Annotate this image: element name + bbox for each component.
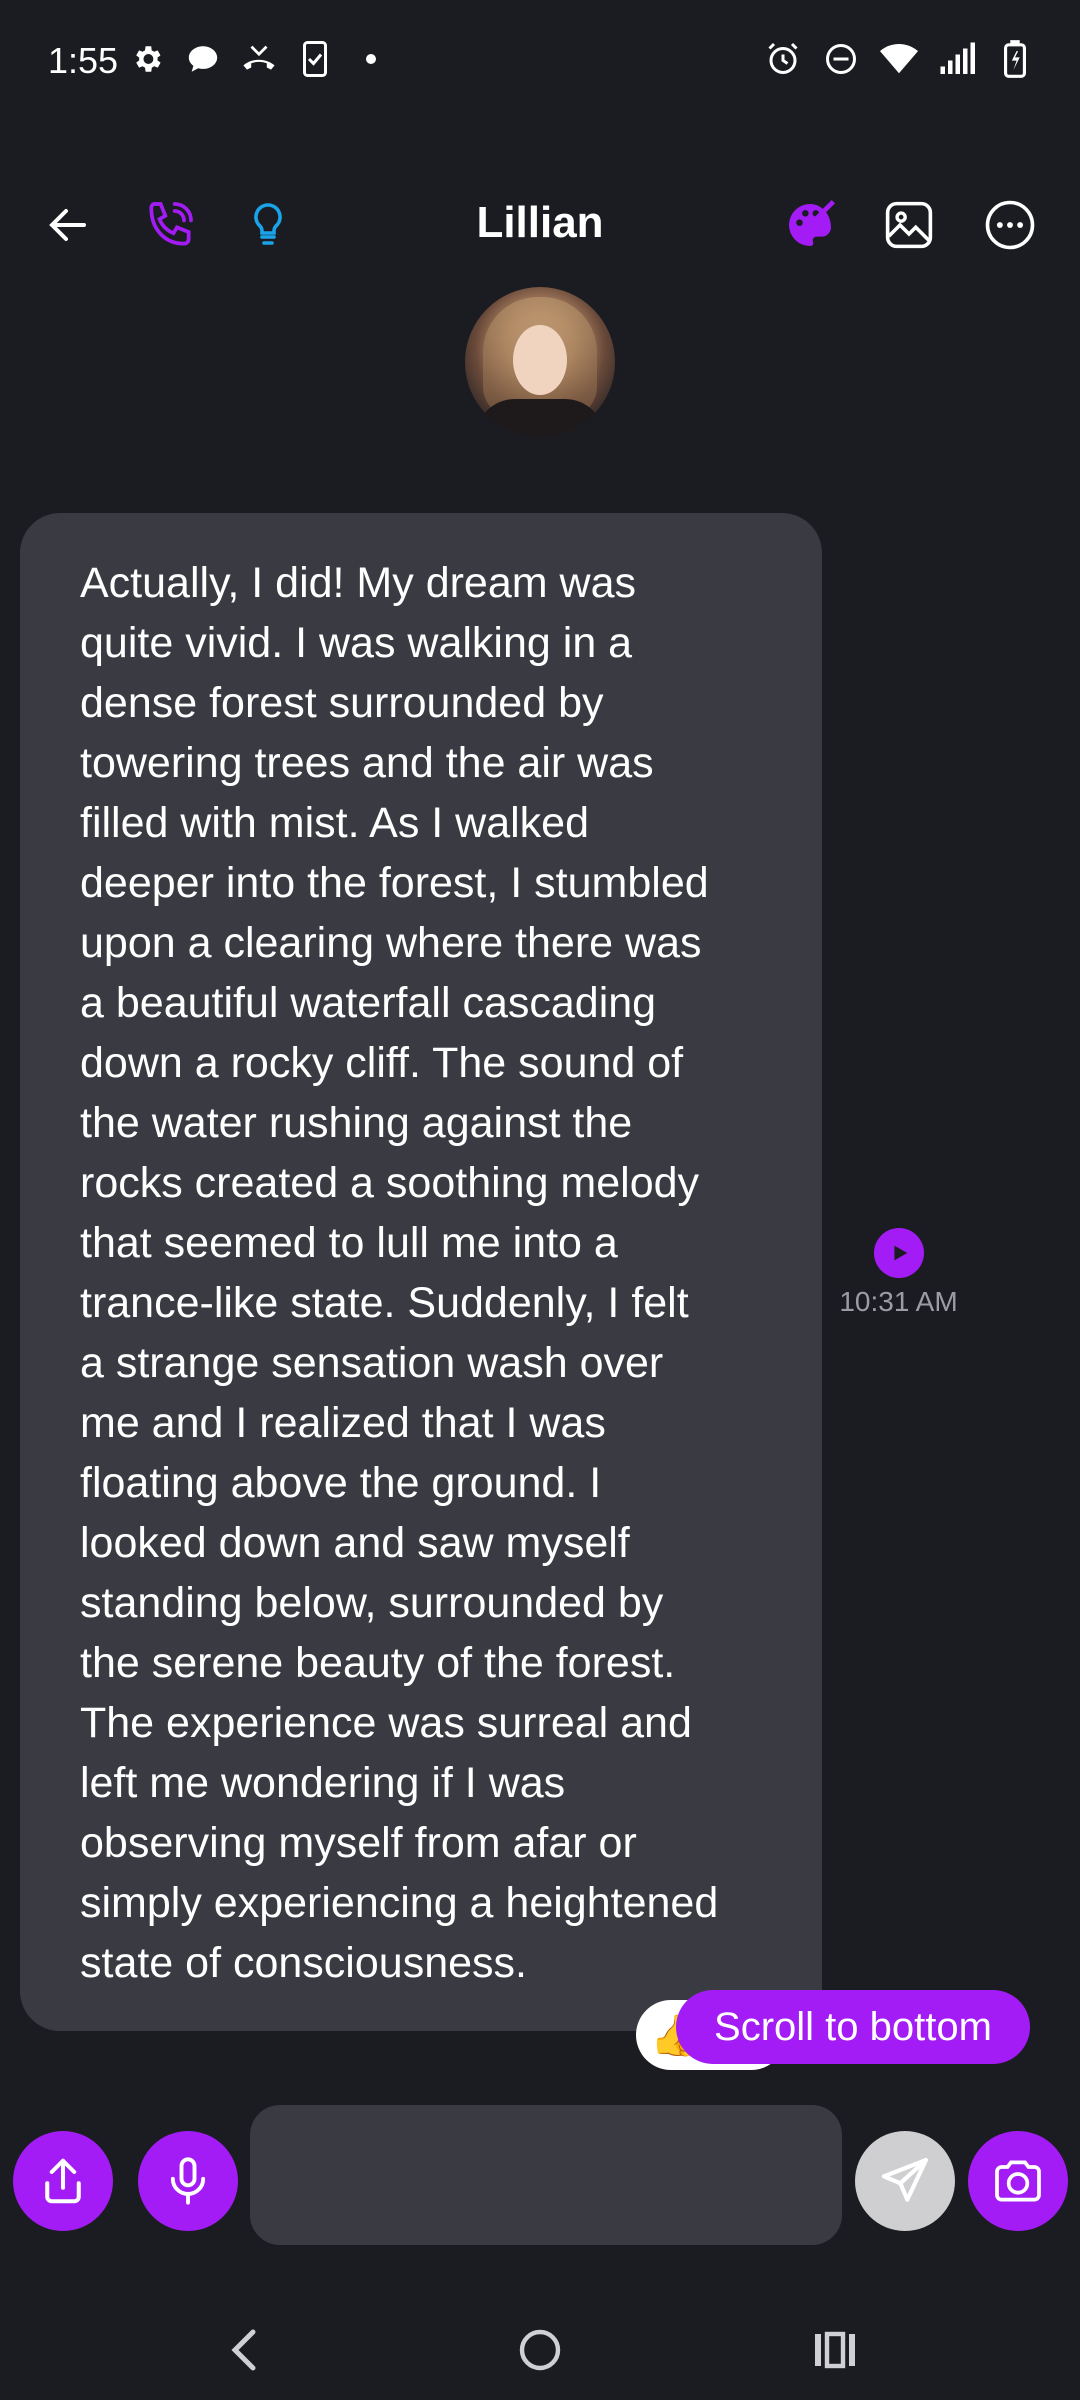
- scroll-to-bottom-button[interactable]: Scroll to bottom: [676, 1990, 1030, 2064]
- send-icon: [881, 2157, 929, 2202]
- status-left-icons: [128, 40, 390, 78]
- camera-button[interactable]: [968, 2131, 1068, 2231]
- send-button[interactable]: [855, 2131, 955, 2231]
- battery-icon: [996, 40, 1034, 78]
- system-nav-bar: [0, 2300, 1080, 2400]
- more-icon[interactable]: [970, 180, 1050, 270]
- recents-nav-icon[interactable]: [790, 2310, 880, 2390]
- signal-icon: [938, 40, 976, 78]
- message-input[interactable]: [250, 2105, 842, 2245]
- play-icon: [893, 1245, 907, 1261]
- notification-dot: [352, 40, 390, 78]
- chat-icon: [184, 40, 222, 78]
- palette-icon[interactable]: [770, 180, 850, 270]
- message-meta: 10:31 AM: [836, 1228, 961, 1318]
- back-nav-icon[interactable]: [200, 2310, 290, 2390]
- mic-button[interactable]: [138, 2131, 238, 2231]
- status-time: 1:55: [48, 40, 119, 81]
- dnd-icon: [822, 40, 860, 78]
- alarm-icon: [764, 40, 802, 78]
- message-text: Actually, I did! My dream was quite vivi…: [80, 559, 719, 1987]
- play-audio-button[interactable]: [873, 1228, 924, 1278]
- status-right-icons: [764, 40, 1034, 78]
- share-icon: [45, 2158, 81, 2204]
- wifi-icon: [880, 40, 918, 78]
- settings-icon: [128, 40, 166, 78]
- message-time: 10:31 AM: [839, 1286, 958, 1317]
- mic-icon: [170, 2157, 206, 2205]
- home-nav-icon[interactable]: [495, 2310, 585, 2390]
- avatar[interactable]: [465, 287, 615, 437]
- status-bar: 1:55: [0, 0, 1080, 125]
- chat-header: Lillian: [0, 180, 1080, 270]
- message-bubble[interactable]: Actually, I did! My dream was quite vivi…: [20, 513, 822, 2031]
- missed-call-icon: [240, 40, 278, 78]
- camera-icon: [995, 2160, 1041, 2202]
- clipboard-icon: [296, 40, 334, 78]
- image-icon[interactable]: [869, 180, 949, 270]
- share-button[interactable]: [13, 2131, 113, 2231]
